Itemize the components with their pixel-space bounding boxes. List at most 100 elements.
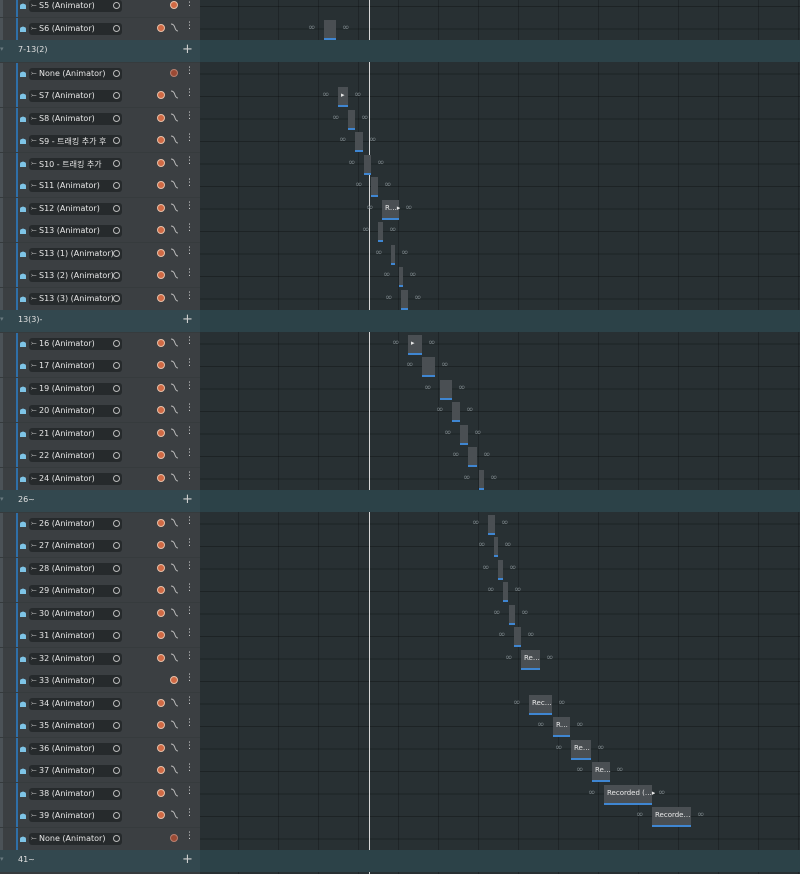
timeline-clip[interactable] xyxy=(498,559,503,580)
track-row[interactable]: ⤚ None (Animator) ⋮ xyxy=(0,62,200,85)
binding-object-field[interactable]: ⤚ S11 (Animator) xyxy=(29,180,122,192)
timeline-clip[interactable]: Recorded (…▸ xyxy=(604,784,655,805)
timeline-clip[interactable] xyxy=(452,402,460,422)
track-row[interactable]: ⤚ 39 (Animator) ⋮ xyxy=(0,805,200,827)
track-menu-icon[interactable]: ⋮ xyxy=(185,201,194,211)
track-menu-icon[interactable]: ⋮ xyxy=(185,156,194,166)
binding-object-field[interactable]: ⤚ 38 (Animator) xyxy=(29,787,122,800)
track-menu-icon[interactable]: ⋮ xyxy=(185,719,194,728)
curves-toggle-icon[interactable] xyxy=(170,473,179,482)
track-menu-icon[interactable]: ⋮ xyxy=(185,21,194,31)
binding-object-field[interactable]: ⤚ S13 (Animator) xyxy=(29,225,122,237)
curves-toggle-icon[interactable] xyxy=(170,540,179,549)
timeline-clip[interactable]: Rec… xyxy=(529,694,552,715)
timeline-clip[interactable] xyxy=(503,582,508,602)
add-track-icon[interactable]: + xyxy=(182,42,193,58)
track-menu-icon[interactable]: ⋮ xyxy=(185,809,194,818)
record-button[interactable] xyxy=(157,721,165,729)
curves-toggle-icon[interactable] xyxy=(170,270,179,279)
track-row[interactable]: ⤚ S7 (Animator) ⋮ xyxy=(0,85,200,107)
track-menu-icon[interactable]: ⋮ xyxy=(185,741,194,751)
timeline-clip[interactable] xyxy=(440,379,452,400)
track-menu-icon[interactable]: ⋮ xyxy=(185,449,194,458)
track-row[interactable]: ⤚ 29 (Animator) ⋮ xyxy=(0,580,200,602)
track-menu-icon[interactable]: ⋮ xyxy=(185,291,194,301)
binding-object-field[interactable]: ⤚ None (Animator) xyxy=(29,67,122,80)
track-menu-icon[interactable]: ⋮ xyxy=(185,426,194,436)
add-track-icon[interactable]: + xyxy=(182,492,193,508)
track-row[interactable]: ⤚ 34 (Animator) ⋮ xyxy=(0,692,200,715)
record-button[interactable] xyxy=(157,586,165,594)
curves-toggle-icon[interactable] xyxy=(170,383,179,392)
record-button[interactable] xyxy=(157,541,165,549)
binding-object-field[interactable]: ⤚ 37 (Animator) xyxy=(29,765,122,777)
track-row[interactable]: ⤚ S6 (Animator) ⋮ xyxy=(0,17,200,40)
track-row[interactable]: ⤚ 27 (Animator) ⋮ xyxy=(0,535,200,557)
record-button[interactable] xyxy=(157,608,165,617)
object-picker-icon[interactable] xyxy=(113,519,120,527)
track-menu-icon[interactable]: ⋮ xyxy=(185,584,194,593)
record-button[interactable] xyxy=(157,766,165,774)
track-row[interactable]: ⤚ S5 (Animator) ⋮ xyxy=(0,0,200,17)
track-row[interactable]: ⤚ S9 - 트래킹 추가 후 ⋮ xyxy=(0,130,200,152)
timeline-clip[interactable] xyxy=(494,537,498,557)
timeline-clip[interactable] xyxy=(348,109,355,130)
curves-toggle-icon[interactable] xyxy=(170,203,179,212)
binding-object-field[interactable]: ⤚ 24 (Animator) xyxy=(29,472,122,485)
binding-object-field[interactable]: ⤚ S13 (1) (Animator) xyxy=(29,247,122,260)
object-picker-icon[interactable] xyxy=(113,654,120,662)
binding-object-field[interactable]: ⤚ S5 (Animator) xyxy=(29,0,122,12)
curves-toggle-icon[interactable] xyxy=(170,720,179,729)
add-track-icon[interactable]: + xyxy=(182,312,193,328)
group-row[interactable]: ▾ 41~ + xyxy=(0,850,200,872)
curves-toggle-icon[interactable] xyxy=(170,563,179,572)
object-picker-icon[interactable] xyxy=(113,407,120,414)
object-picker-icon[interactable] xyxy=(113,474,120,482)
binding-object-field[interactable]: ⤚ 20 (Animator) xyxy=(29,405,122,417)
timeline-area[interactable] xyxy=(200,0,800,874)
object-picker-icon[interactable] xyxy=(113,429,120,437)
track-row[interactable]: ⤚ S13 (1) (Animator) ⋮ xyxy=(0,242,200,265)
record-button[interactable] xyxy=(157,248,165,257)
track-menu-icon[interactable]: ⋮ xyxy=(185,381,194,391)
record-button[interactable] xyxy=(157,23,165,32)
binding-object-field[interactable]: ⤚ 28 (Animator) xyxy=(29,562,122,575)
track-row[interactable]: ⤚ 32 (Animator) ⋮ xyxy=(0,647,200,670)
curves-toggle-icon[interactable] xyxy=(170,765,179,774)
track-row[interactable]: ⤚ 35 (Animator) ⋮ xyxy=(0,715,200,737)
track-row[interactable]: ⤚ 20 (Animator) ⋮ xyxy=(0,400,200,422)
object-picker-icon[interactable] xyxy=(113,564,120,572)
record-button[interactable] xyxy=(157,518,165,527)
track-menu-icon[interactable]: ⋮ xyxy=(185,516,194,526)
object-picker-icon[interactable] xyxy=(113,789,120,797)
track-menu-icon[interactable]: ⋮ xyxy=(185,0,194,8)
group-collapse-icon[interactable]: ▾ xyxy=(0,855,4,867)
binding-object-field[interactable]: ⤚ 16 (Animator) xyxy=(29,337,122,350)
object-picker-icon[interactable] xyxy=(113,339,120,347)
timeline-clip[interactable] xyxy=(460,424,468,445)
track-row[interactable]: ⤚ 22 (Animator) ⋮ xyxy=(0,445,200,467)
track-menu-icon[interactable]: ⋮ xyxy=(185,66,194,76)
object-picker-icon[interactable] xyxy=(113,632,120,639)
curves-toggle-icon[interactable] xyxy=(170,113,179,122)
binding-object-field[interactable]: ⤚ None (Animator) xyxy=(29,832,122,845)
timeline-clip[interactable] xyxy=(509,604,515,625)
timeline-clip[interactable]: Recorde… xyxy=(652,807,691,827)
track-menu-icon[interactable]: ⋮ xyxy=(185,179,194,188)
timeline-clip[interactable]: R… xyxy=(553,717,570,737)
binding-object-field[interactable]: ⤚ 17 (Animator) xyxy=(29,360,122,372)
timeline-clip[interactable] xyxy=(378,222,383,242)
track-row[interactable]: ⤚ 21 (Animator) ⋮ xyxy=(0,422,200,445)
track-menu-icon[interactable]: ⋮ xyxy=(185,539,194,548)
curves-toggle-icon[interactable] xyxy=(170,743,179,752)
curves-toggle-icon[interactable] xyxy=(170,585,179,594)
curves-toggle-icon[interactable] xyxy=(170,360,179,369)
record-button[interactable] xyxy=(157,563,165,572)
timeline-clip[interactable]: ▸ xyxy=(338,87,348,107)
track-row[interactable]: ⤚ None (Animator) ⋮ xyxy=(0,827,200,850)
object-picker-icon[interactable] xyxy=(113,159,120,167)
track-menu-icon[interactable]: ⋮ xyxy=(185,269,194,278)
record-button[interactable] xyxy=(157,91,165,99)
object-picker-icon[interactable] xyxy=(113,452,120,459)
track-row[interactable]: ⤚ S13 (3) (Animator) ⋮ xyxy=(0,287,200,310)
